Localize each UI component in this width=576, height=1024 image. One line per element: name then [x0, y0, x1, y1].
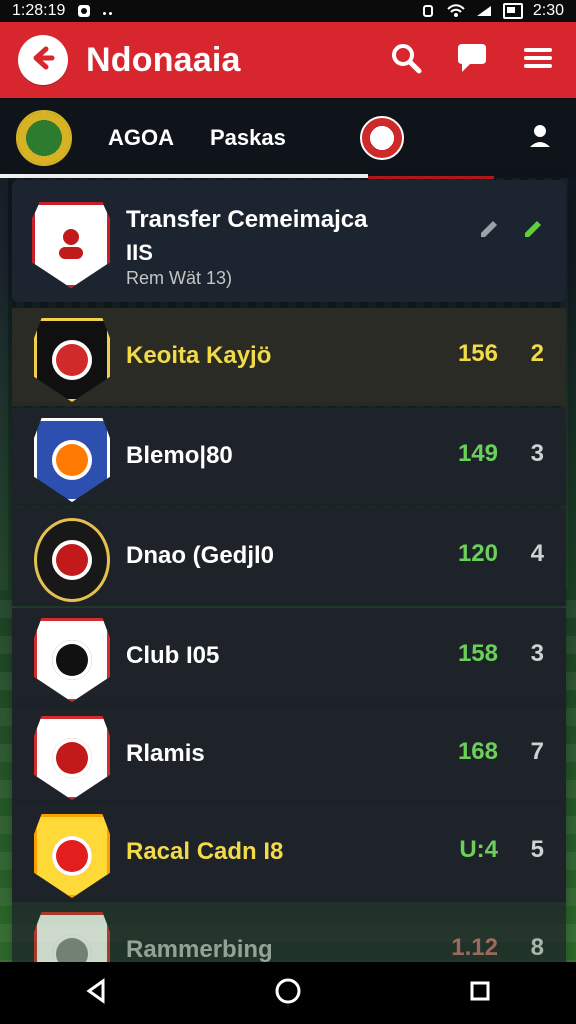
tab-agoa[interactable]: AGOA: [108, 125, 174, 151]
status-time-left: 1:28:19: [12, 2, 66, 19]
status-right: 2:30: [419, 2, 564, 20]
league-logo[interactable]: [16, 110, 72, 166]
nav-back-button[interactable]: [74, 971, 118, 1015]
app-actions: [386, 40, 558, 80]
arrow-left-icon: [28, 43, 58, 78]
transfer-header-card[interactable]: Transfer Cemeimajca IIS Rem Wät 13): [12, 180, 566, 302]
team-rank: 7: [530, 738, 544, 765]
nav-recent-button[interactable]: [458, 971, 502, 1015]
tab-paskas[interactable]: Paskas: [210, 125, 286, 151]
team-name: Rammerbing: [126, 936, 273, 963]
search-button[interactable]: [386, 40, 426, 80]
app-bar: Ndonaaia: [0, 22, 576, 98]
team-rank: 4: [530, 540, 544, 567]
team-name: Racal Cadn I8: [126, 838, 284, 865]
status-left: 1:28:19: [12, 2, 115, 20]
list-item[interactable]: Club I05 158 3: [12, 608, 566, 706]
menu-button[interactable]: [518, 40, 558, 80]
list-item[interactable]: Racal Cadn I8 U:4 5: [12, 804, 566, 902]
team-rank: 3: [530, 640, 544, 667]
back-button[interactable]: [18, 35, 68, 85]
list-item[interactable]: Keoita Kayjö 156 2: [12, 308, 566, 406]
tab-underline-active: [0, 174, 368, 178]
square-recent-icon: [465, 976, 495, 1011]
team-name: Dnao (Gedjl0: [126, 542, 275, 569]
tab-strip: AGOA Paskas: [0, 98, 576, 178]
team-name: Club I05: [126, 642, 220, 669]
team-rank: 2: [530, 340, 544, 367]
player-icon: [51, 223, 91, 268]
team-name: Rlamis: [126, 740, 205, 767]
system-nav-bar: [0, 962, 576, 1024]
search-icon: [389, 41, 423, 80]
team-points: 156: [457, 340, 498, 367]
chat-icon: [454, 42, 490, 79]
team-points: U:4: [459, 836, 498, 863]
team-crest: [34, 814, 110, 898]
header-icons: [476, 218, 546, 244]
team-crest: [34, 716, 110, 800]
battery-icon: [502, 3, 523, 19]
nav-home-button[interactable]: [266, 971, 310, 1015]
signal-icon: [475, 4, 493, 18]
app-title: Ndonaaia: [86, 40, 241, 79]
pencil-icon: [477, 217, 501, 246]
team-rank: 5: [530, 836, 544, 863]
club-badge-tab[interactable]: [359, 116, 404, 160]
list-item[interactable]: Dnao (Gedjl0 120 4: [12, 508, 566, 606]
list-item[interactable]: Rlamis 168 7: [12, 706, 566, 804]
team-points: 149: [457, 440, 498, 467]
profile-button[interactable]: [520, 118, 560, 158]
notification-icon: [75, 4, 93, 18]
status-dots: [103, 2, 115, 20]
team-points: 158: [457, 640, 498, 667]
edit-green-button[interactable]: [520, 218, 546, 244]
team-crest: [34, 618, 110, 702]
team-points: 120: [457, 540, 498, 567]
header-subtitle: IIS: [126, 240, 153, 265]
header-title: Transfer Cemeimajca: [126, 206, 368, 233]
tab-underline-accent: [368, 176, 494, 179]
pencil-icon: [521, 217, 545, 246]
menu-icon: [522, 45, 554, 76]
team-crest: [34, 518, 110, 602]
status-time-right: 2:30: [532, 2, 564, 19]
team-rank: 8: [530, 934, 544, 961]
team-points: 168: [457, 738, 498, 765]
team-rank: 3: [530, 440, 544, 467]
team-points: 1.12: [451, 934, 498, 961]
triangle-back-icon: [81, 976, 111, 1011]
header-crest: [32, 202, 110, 288]
chat-button[interactable]: [452, 40, 492, 80]
list-item[interactable]: Blemo|80 149 3: [12, 408, 566, 506]
edit-button[interactable]: [476, 218, 502, 244]
team-crest: [34, 418, 110, 502]
vibrate-icon: [419, 4, 437, 18]
team-name: Blemo|80: [126, 442, 233, 469]
wifi-icon: [447, 4, 465, 18]
header-meta: Rem Wät 13): [126, 268, 233, 288]
team-crest: [34, 318, 110, 402]
circle-home-icon: [273, 976, 303, 1011]
team-name: Keoita Kayjö: [126, 342, 272, 369]
status-bar: 1:28:19 2:30: [0, 0, 576, 22]
standings-list: Transfer Cemeimajca IIS Rem Wät 13) Keoi…: [12, 180, 566, 1000]
user-icon: [525, 121, 555, 156]
